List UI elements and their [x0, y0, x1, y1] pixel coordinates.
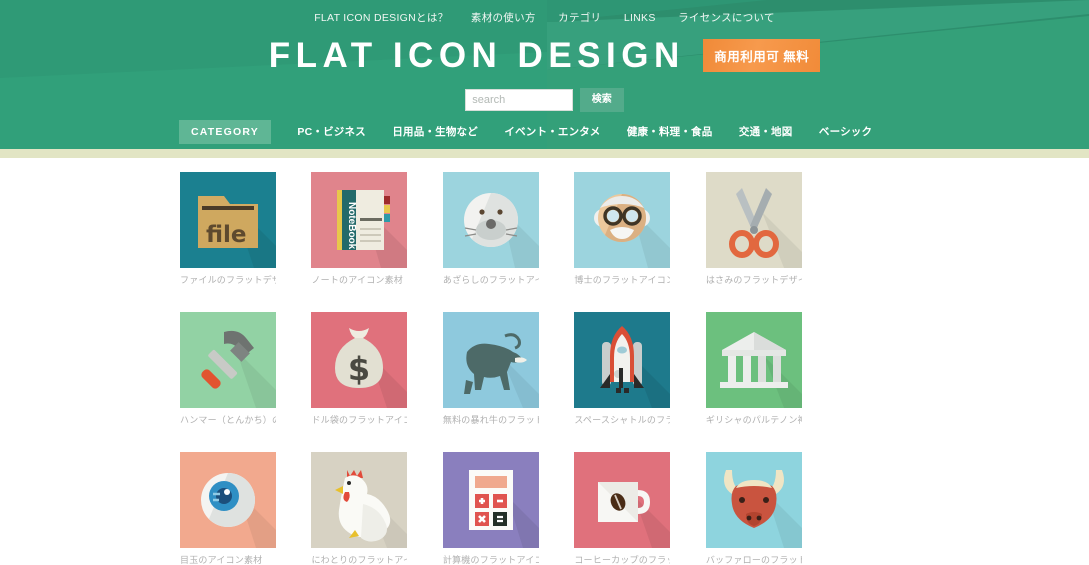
icon-card-notebook[interactable]: NoteBook ノートのアイコン素材 — [311, 172, 408, 286]
icon-card-label: ハンマー（とんかち）の… — [180, 415, 276, 425]
category-item-daily-goods[interactable]: 日用品・生物など — [392, 121, 478, 143]
icon-card-professor[interactable]: 博士のフラットアイコン… — [574, 172, 671, 286]
search-input[interactable] — [465, 89, 574, 111]
search-row: 検索 — [0, 88, 1089, 112]
svg-text:file: file — [206, 222, 247, 248]
icon-card-label: コーヒーカップのフラッ… — [574, 555, 670, 565]
topnav-item-about[interactable]: FLAT ICON DESIGNとは？ — [314, 11, 448, 26]
category-item-event-entertainment[interactable]: イベント・エンタメ — [504, 121, 600, 143]
icon-grid: file ファイルのフラットデザ… NoteBook — [180, 172, 860, 565]
site-title: FLAT ICON DESIGN — [268, 36, 685, 75]
hammer-icon[interactable] — [180, 312, 276, 408]
money-bag-icon[interactable]: $ — [311, 312, 408, 408]
scissors-icon[interactable] — [705, 172, 802, 268]
free-commercial-use-badge: 商用利用可 無料 — [703, 38, 821, 72]
search-button[interactable]: 検索 — [579, 88, 624, 112]
eyeball-icon[interactable] — [180, 452, 276, 548]
icon-card-label: 博士のフラットアイコン… — [574, 275, 670, 285]
category-item-pc-business[interactable]: PC・ビジネス — [297, 121, 366, 143]
category-badge: CATEGORY — [179, 120, 271, 144]
icon-card-space-shuttle[interactable]: スペースシャトルのフラ… — [574, 312, 671, 426]
icon-card-label: にわとりのフラットアイ… — [311, 555, 407, 565]
parthenon-icon[interactable] — [705, 312, 802, 408]
icon-card-hammer[interactable]: ハンマー（とんかち）の… — [180, 312, 276, 426]
icon-card-label: あざらしのフラットアイ… — [442, 275, 539, 285]
topnav-item-license[interactable]: ライセンスについて — [678, 11, 775, 26]
icon-card-label: スペースシャトルのフラ… — [574, 415, 671, 425]
icon-card-buffalo[interactable]: バッファローのフラット… — [705, 452, 802, 565]
icon-card-file[interactable]: file ファイルのフラットデザ… — [180, 172, 276, 286]
icon-card-chicken[interactable]: にわとりのフラットアイ… — [311, 452, 408, 565]
space-shuttle-icon[interactable] — [574, 312, 671, 408]
category-item-transport-map[interactable]: 交通・地図 — [739, 121, 793, 143]
icon-card-label: ギリシャのパルテノン神… — [705, 415, 802, 425]
icon-card-label: 目玉のアイコン素材 — [180, 555, 263, 565]
icon-card-label: 計算機のフラットアイコ… — [442, 555, 539, 565]
icon-card-scissors[interactable]: はさみのフラットデザイ… — [705, 172, 802, 286]
topnav-item-links[interactable]: LINKS — [624, 11, 656, 26]
icon-card-calculator[interactable]: 計算機のフラットアイコ… — [442, 452, 539, 565]
icon-card-coffee-cup[interactable]: コーヒーカップのフラッ… — [574, 452, 671, 565]
buffalo-icon[interactable] — [705, 452, 802, 548]
icon-grid-section: file ファイルのフラットデザ… NoteBook — [0, 158, 1089, 565]
calculator-icon[interactable] — [442, 452, 539, 548]
category-item-health-food[interactable]: 健康・料理・食品 — [627, 121, 713, 143]
icon-card-bull[interactable]: 無料の暴れ牛のフラット… — [442, 312, 539, 426]
top-navigation: FLAT ICON DESIGNとは？ 素材の使い方 カテゴリ LINKS ライ… — [0, 8, 1089, 26]
svg-text:NoteBook: NoteBook — [346, 202, 357, 250]
icon-card-label: ノートのアイコン素材 — [311, 275, 404, 285]
brand-row: FLAT ICON DESIGN 商用利用可 無料 — [0, 36, 1089, 76]
icon-card-money-bag[interactable]: $ ドル袋のフラットアイコ… — [311, 312, 408, 426]
icon-card-seal[interactable]: あざらしのフラットアイ… — [442, 172, 539, 286]
icon-card-label: 無料の暴れ牛のフラット… — [442, 415, 539, 425]
header-divider — [0, 149, 1089, 158]
icon-card-eyeball[interactable]: 目玉のアイコン素材 — [180, 452, 276, 565]
icon-card-label: ドル袋のフラットアイコ… — [311, 415, 407, 425]
topnav-item-usage[interactable]: 素材の使い方 — [471, 11, 536, 26]
icon-card-parthenon[interactable]: ギリシャのパルテノン神… — [705, 312, 802, 426]
icon-card-label: はさみのフラットデザイ… — [705, 275, 802, 285]
notebook-icon[interactable]: NoteBook — [311, 172, 408, 268]
bull-icon[interactable] — [442, 312, 539, 408]
icon-card-label: ファイルのフラットデザ… — [180, 275, 276, 285]
coffee-cup-icon[interactable] — [574, 452, 671, 548]
file-folder-icon[interactable]: file — [180, 172, 276, 268]
svg-text:$: $ — [348, 350, 370, 388]
chicken-icon[interactable] — [311, 452, 408, 548]
professor-icon[interactable] — [574, 172, 671, 268]
category-item-basic[interactable]: ベーシック — [819, 121, 872, 143]
topnav-item-category[interactable]: カテゴリ — [558, 11, 601, 26]
icon-card-label: バッファローのフラット… — [705, 555, 802, 565]
site-header: FLAT ICON DESIGNとは？ 素材の使い方 カテゴリ LINKS ライ… — [0, 0, 1089, 149]
seal-icon[interactable] — [442, 172, 539, 268]
